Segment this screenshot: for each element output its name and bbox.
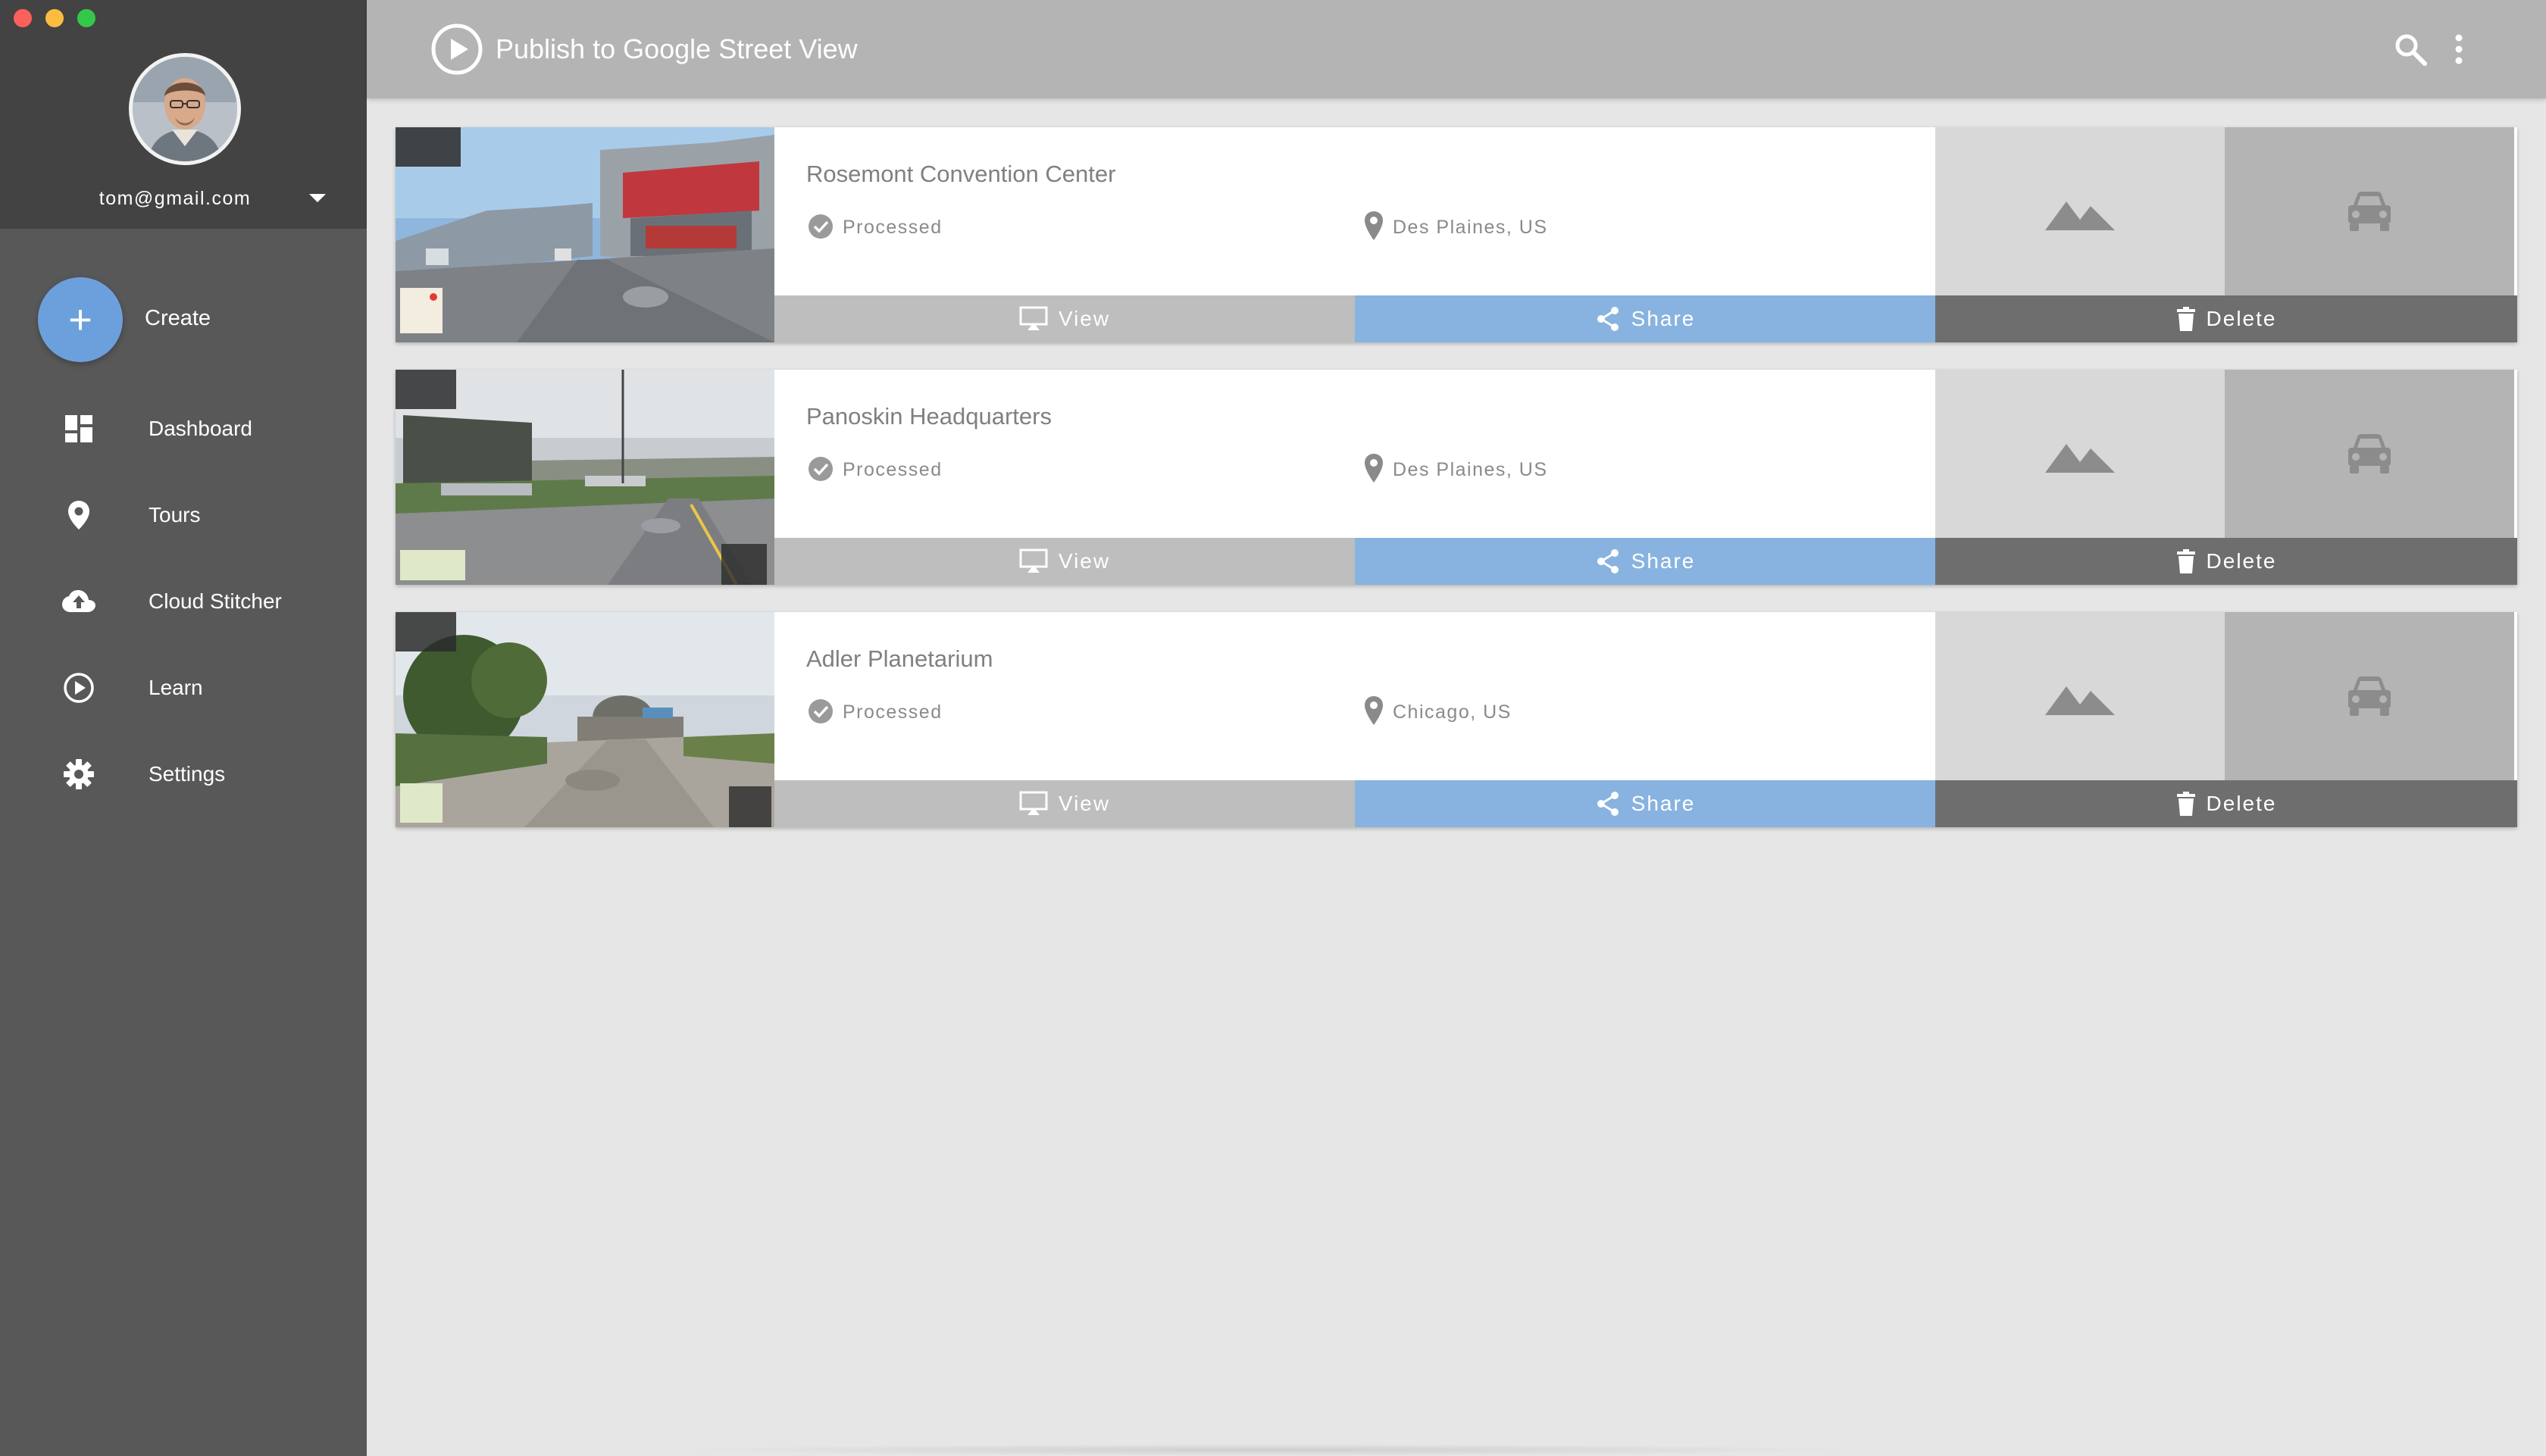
upload-photos-slot[interactable] [1935, 612, 2225, 780]
delete-label: Delete [2206, 549, 2277, 573]
status-badge: Processed [843, 459, 943, 480]
tour-title: Rosemont Convention Center [806, 161, 1116, 187]
tour-thumbnail[interactable] [396, 612, 774, 827]
play-circle-icon [431, 23, 483, 75]
status-badge: Processed [843, 217, 943, 238]
view-button[interactable]: View [774, 295, 1355, 342]
sidebar: tom@gmail.com + Create Dashboard Tours C… [0, 0, 367, 1456]
map-pin-icon [68, 501, 89, 530]
tour-location: Des Plaines, US [1393, 459, 1548, 480]
sidebar-item-label: Tours [149, 503, 201, 526]
tour-thumbnail[interactable] [396, 127, 774, 342]
play-circle-icon [64, 673, 94, 703]
check-circle-icon [809, 699, 833, 723]
tour-card: Adler Planetarium Processed Chicago, US [396, 612, 2517, 827]
sidebar-item-settings[interactable]: Settings [0, 744, 367, 805]
status-badge: Processed [843, 701, 943, 723]
map-pin-icon [1365, 696, 1383, 725]
view-button[interactable]: View [774, 780, 1355, 827]
window-close-button[interactable] [14, 9, 32, 27]
display-icon [1019, 306, 1048, 330]
share-label: Share [1631, 792, 1696, 815]
tour-card: Rosemont Convention Center Processed Des… [396, 127, 2517, 342]
delete-label: Delete [2206, 792, 2277, 815]
sidebar-item-label: Settings [149, 762, 226, 786]
car-icon [2348, 192, 2391, 231]
share-icon [1597, 549, 1619, 573]
mountain-icon [2045, 686, 2115, 715]
sidebar-item-learn[interactable]: Learn [0, 658, 367, 718]
check-circle-icon [809, 214, 833, 239]
dashboard-icon [65, 415, 92, 442]
more-vert-icon[interactable] [2449, 32, 2469, 67]
search-icon[interactable] [2393, 32, 2428, 67]
mountain-icon [2045, 444, 2115, 473]
sidebar-item-tours[interactable]: Tours [0, 485, 367, 545]
tour-thumbnail[interactable] [396, 370, 774, 585]
street-view-image [396, 370, 774, 585]
upload-photos-slot[interactable] [1935, 127, 2225, 295]
share-icon [1597, 307, 1619, 331]
gear-icon [64, 759, 94, 789]
street-view-image [396, 127, 774, 342]
view-label: View [1058, 792, 1111, 815]
share-button[interactable]: Share [1355, 780, 1935, 827]
user-avatar-image [133, 57, 237, 161]
view-button[interactable]: View [774, 538, 1355, 585]
plus-icon: + [68, 297, 92, 342]
view-label: View [1058, 307, 1111, 330]
share-label: Share [1631, 307, 1696, 330]
display-icon [1019, 791, 1048, 815]
tour-title: Adler Planetarium [806, 645, 993, 672]
check-circle-icon [809, 457, 833, 481]
share-button[interactable]: Share [1355, 295, 1935, 342]
profile-panel: tom@gmail.com [0, 0, 367, 229]
car-icon [2348, 434, 2391, 473]
sidebar-item-cloud-stitcher[interactable]: Cloud Stitcher [0, 571, 367, 632]
tour-location: Des Plaines, US [1393, 217, 1548, 238]
sidebar-item-label: Learn [149, 676, 203, 699]
app-window: tom@gmail.com + Create Dashboard Tours C… [0, 0, 2546, 1456]
trash-icon [2176, 549, 2195, 573]
trash-icon [2176, 307, 2195, 331]
bottom-shadow [667, 1444, 1864, 1456]
upload-drive-slot[interactable] [2225, 370, 2514, 538]
tour-title: Panoskin Headquarters [806, 403, 1052, 430]
delete-button[interactable]: Delete [1935, 538, 2517, 585]
mountain-icon [2045, 202, 2115, 230]
tour-location: Chicago, US [1393, 701, 1512, 723]
window-zoom-button[interactable] [77, 9, 95, 27]
map-pin-icon [1365, 211, 1383, 240]
cloud-upload-icon [62, 590, 95, 612]
tour-card: Panoskin Headquarters Processed Des Plai… [396, 370, 2517, 585]
delete-button[interactable]: Delete [1935, 295, 2517, 342]
upload-photos-slot[interactable] [1935, 370, 2225, 538]
caret-down-icon[interactable] [309, 194, 326, 202]
trash-icon [2176, 792, 2195, 816]
window-minimize-button[interactable] [45, 9, 64, 27]
street-view-image [396, 612, 774, 827]
avatar[interactable] [129, 53, 241, 165]
map-pin-icon [1365, 454, 1383, 483]
delete-button[interactable]: Delete [1935, 780, 2517, 827]
create-label[interactable]: Create [145, 306, 211, 331]
share-button[interactable]: Share [1355, 538, 1935, 585]
view-label: View [1058, 549, 1111, 573]
car-icon [2348, 676, 2391, 716]
upload-drive-slot[interactable] [2225, 127, 2514, 295]
sidebar-item-label: Dashboard [149, 417, 252, 440]
sidebar-item-dashboard[interactable]: Dashboard [0, 398, 367, 459]
display-icon [1019, 548, 1048, 573]
share-label: Share [1631, 549, 1696, 573]
sidebar-item-label: Cloud Stitcher [149, 589, 282, 613]
upload-drive-slot[interactable] [2225, 612, 2514, 780]
delete-label: Delete [2206, 307, 2277, 330]
share-icon [1597, 792, 1619, 816]
page-title: Publish to Google Street View [496, 33, 858, 64]
create-button[interactable]: + [38, 277, 123, 362]
account-email: tom@gmail.com [99, 188, 252, 209]
